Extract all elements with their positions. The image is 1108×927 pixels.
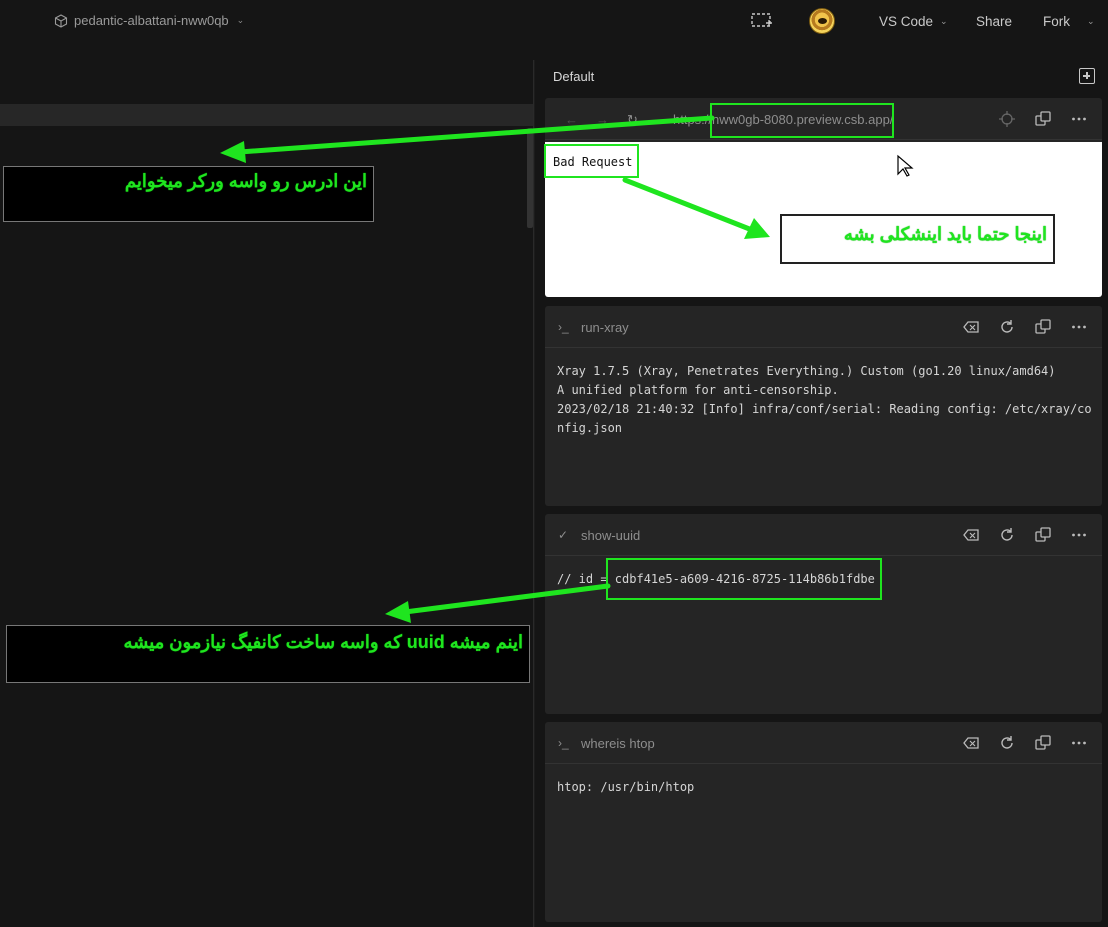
terminal-header: ›_ whereis htop xyxy=(545,722,1102,764)
forward-icon[interactable]: → xyxy=(596,112,609,128)
editor-label: VS Code xyxy=(879,14,934,29)
clear-icon[interactable] xyxy=(962,318,980,336)
devtools-group-title: Default xyxy=(553,69,595,84)
more-icon[interactable] xyxy=(1070,526,1088,544)
user-avatar[interactable] xyxy=(809,8,835,34)
open-preview-icon[interactable] xyxy=(750,10,774,32)
chevron-down-icon: ⌄ xyxy=(236,15,245,25)
arrowhead-uuid xyxy=(385,601,411,623)
terminal-output: htop: /usr/bin/htop xyxy=(557,780,695,794)
terminal-icon: ›_ xyxy=(558,736,569,750)
terminal-panel-run-xray: ›_ run-xray Xray 1.7.5 (Xray, Penetrates… xyxy=(545,306,1102,506)
terminal-title: whereis htop xyxy=(581,736,655,751)
annotation-note-uuid: اینم میشه uuid که واسه ساخت کانفیگ نیازم… xyxy=(6,625,530,683)
arrowhead-address xyxy=(220,141,246,163)
crosshair-icon[interactable] xyxy=(998,110,1016,128)
more-icon[interactable] xyxy=(1070,318,1088,336)
open-new-window-icon[interactable] xyxy=(1034,110,1052,128)
back-icon[interactable]: ← xyxy=(565,112,578,128)
terminal-icon: ›_ xyxy=(558,320,569,334)
terminal-title: run-xray xyxy=(581,320,629,335)
annotation-highlight-url xyxy=(710,103,894,138)
terminal-title: show-uuid xyxy=(581,528,641,543)
more-icon[interactable] xyxy=(1070,734,1088,752)
more-icon[interactable] xyxy=(1070,110,1088,128)
share-label: Share xyxy=(976,14,1013,29)
annotation-highlight-bad-request xyxy=(544,144,639,178)
add-devtool-icon[interactable] xyxy=(1079,68,1095,84)
project-selector[interactable]: pedantic-albattani-nww0qb ⌄ xyxy=(54,13,244,28)
fork-label: Fork xyxy=(1043,14,1070,29)
terminal-panel-show-uuid: ✓ show-uuid // id = cdbf41e5-a609-4216-8… xyxy=(545,514,1102,714)
top-bar: pedantic-albattani-nww0qb ⌄ VS Code ⌄ Sh… xyxy=(0,0,1108,44)
open-new-window-icon[interactable] xyxy=(1034,526,1052,544)
pane-divider[interactable] xyxy=(533,60,535,927)
restart-icon[interactable] xyxy=(998,318,1016,336)
terminal-header: ›_ run-xray xyxy=(545,306,1102,348)
open-new-window-icon[interactable] xyxy=(1034,734,1052,752)
restart-icon[interactable] xyxy=(998,734,1016,752)
clear-icon[interactable] xyxy=(962,734,980,752)
browser-nav: ← → ↻ xyxy=(565,112,638,128)
annotation-highlight-uuid xyxy=(606,558,882,600)
terminal-panel-whereis-htop: ›_ whereis htop htop: /usr/bin/htop xyxy=(545,722,1102,922)
open-new-window-icon[interactable] xyxy=(1034,318,1052,336)
chevron-down-icon[interactable]: ⌄ xyxy=(1087,16,1095,27)
reload-icon[interactable]: ↻ xyxy=(627,112,638,128)
share-button[interactable]: Share xyxy=(976,14,1012,29)
fork-button[interactable]: Fork ⌄ xyxy=(1043,14,1095,29)
restart-icon[interactable] xyxy=(998,526,1016,544)
annotation-note-bad-request: اینجا حتما باید اینشکلی بشه xyxy=(780,214,1055,264)
editor-selector[interactable]: VS Code ⌄ xyxy=(879,14,948,29)
mouse-pointer-icon xyxy=(897,154,914,177)
editor-tab-strip xyxy=(0,104,533,126)
chevron-down-icon: ⌄ xyxy=(940,16,948,26)
cube-icon xyxy=(54,13,68,28)
terminal-header: ✓ show-uuid xyxy=(545,514,1102,556)
terminal-output: Xray 1.7.5 (Xray, Penetrates Everything.… xyxy=(557,364,1092,435)
project-name: pedantic-albattani-nww0qb xyxy=(74,13,229,28)
check-icon: ✓ xyxy=(558,528,569,542)
annotation-note-address: این ادرس رو واسه ورکر میخوایم xyxy=(3,166,374,222)
clear-icon[interactable] xyxy=(962,526,980,544)
